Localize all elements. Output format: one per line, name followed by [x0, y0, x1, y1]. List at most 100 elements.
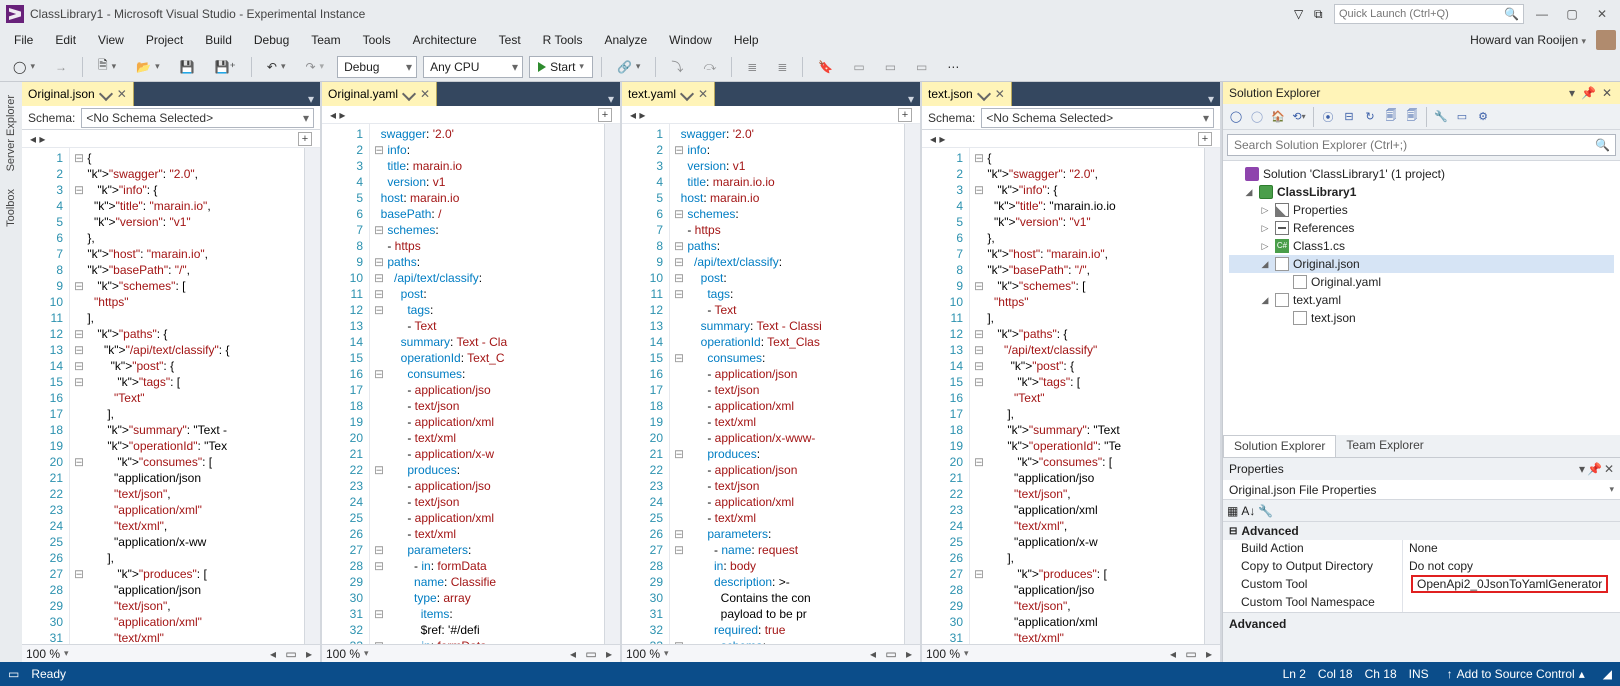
- tab-team-explorer[interactable]: Team Explorer: [1336, 435, 1433, 457]
- tab-overflow-button[interactable]: ▾: [602, 92, 620, 106]
- breadcrumb[interactable]: ◂ ▸: [330, 108, 345, 122]
- showall-icon[interactable]: 🗐: [1382, 108, 1400, 126]
- scrollbar[interactable]: [604, 124, 620, 644]
- prop-close-button[interactable]: ✕: [1604, 462, 1614, 476]
- nav-back-button[interactable]: ◯ ▾: [6, 56, 42, 78]
- minimize-button[interactable]: —: [1530, 7, 1554, 21]
- nav-prev-icon[interactable]: ◂: [866, 647, 880, 661]
- menu-team[interactable]: Team: [301, 31, 350, 49]
- alpha-sort-icon[interactable]: A↓: [1241, 504, 1255, 518]
- home-icon[interactable]: 🏠: [1269, 108, 1287, 126]
- nav-next-icon[interactable]: ▸: [302, 647, 316, 661]
- close-tab-icon[interactable]: ✕: [698, 87, 708, 101]
- notification-icon[interactable]: ▽: [1294, 7, 1308, 21]
- breadcrumb[interactable]: ◂ ▸: [930, 132, 945, 146]
- properties-icon[interactable]: 🔧: [1432, 108, 1450, 126]
- menu-analyze[interactable]: Analyze: [594, 31, 657, 49]
- quick-launch-input[interactable]: [1339, 8, 1499, 20]
- code-editor[interactable]: ⊟ { "k">"swagger": "2.0",⊟ "k">"info": {…: [70, 148, 304, 644]
- menu-help[interactable]: Help: [724, 31, 769, 49]
- nav-list-icon[interactable]: ▭: [584, 647, 598, 661]
- tab-overflow-button[interactable]: ▾: [302, 92, 320, 106]
- prop-row[interactable]: Custom ToolOpenApi2_0JsonToYamlGenerator: [1223, 576, 1620, 594]
- pin-icon[interactable]: [402, 87, 416, 101]
- code-editor[interactable]: swagger: '2.0'⊟ info: version: v1 title:…: [670, 124, 904, 644]
- close-tab-icon[interactable]: ✕: [117, 87, 127, 101]
- browser-link-button[interactable]: 🔗 ▾: [610, 56, 647, 78]
- doc-tab[interactable]: text.json✕: [922, 82, 1012, 106]
- nav-fwd-button[interactable]: →: [48, 56, 74, 78]
- breadcrumb[interactable]: ◂ ▸: [30, 132, 45, 146]
- open-button[interactable]: 📂 ▾: [129, 56, 166, 78]
- scrollbar[interactable]: [1204, 148, 1220, 644]
- bookmark-button[interactable]: 🔖: [811, 56, 840, 78]
- pin-icon[interactable]: [680, 87, 694, 101]
- back-icon[interactable]: ◯: [1227, 108, 1245, 126]
- solution-node[interactable]: Solution 'ClassLibrary1' (1 project): [1229, 165, 1614, 183]
- project-node[interactable]: ◢ClassLibrary1: [1229, 183, 1614, 201]
- pin-icon[interactable]: [977, 87, 991, 101]
- close-tab-icon[interactable]: ✕: [420, 87, 430, 101]
- sidetab-server-explorer[interactable]: Server Explorer: [2, 88, 20, 178]
- view-icon[interactable]: ⚙: [1474, 108, 1492, 126]
- menu-edit[interactable]: Edit: [45, 31, 86, 49]
- references-node[interactable]: ▷References: [1229, 219, 1614, 237]
- collapse-icon[interactable]: ⊟: [1340, 108, 1358, 126]
- breadcrumb[interactable]: ◂ ▸: [630, 108, 645, 122]
- doc-tab[interactable]: Original.json✕: [22, 82, 134, 106]
- redo-button[interactable]: ↷ ▾: [298, 56, 331, 78]
- fwd-icon[interactable]: ◯: [1248, 108, 1266, 126]
- code-editor[interactable]: ⊟ { "k">"swagger": "2.0",⊟ "k">"info": {…: [970, 148, 1204, 644]
- avatar[interactable]: [1596, 30, 1616, 50]
- properties-node[interactable]: ▷Properties: [1229, 201, 1614, 219]
- text-json-node[interactable]: text.json: [1229, 309, 1614, 327]
- refresh-icon[interactable]: ↻: [1361, 108, 1379, 126]
- config-dropdown[interactable]: Debug: [337, 56, 417, 78]
- add-to-source-control[interactable]: ↑ Add to Source Control ▴: [1441, 667, 1591, 681]
- nav-prev-icon[interactable]: ◂: [1166, 647, 1180, 661]
- panel-close-button[interactable]: ✕: [1600, 86, 1614, 100]
- original-json-node[interactable]: ◢Original.json: [1229, 255, 1614, 273]
- solution-search-input[interactable]: [1227, 134, 1616, 156]
- nav-next-icon[interactable]: ▸: [602, 647, 616, 661]
- tab-solution-explorer[interactable]: Solution Explorer: [1223, 435, 1336, 457]
- menu-debug[interactable]: Debug: [244, 31, 299, 49]
- close-button[interactable]: ✕: [1590, 7, 1614, 21]
- nav-next-icon[interactable]: ▸: [1202, 647, 1216, 661]
- nav-list-icon[interactable]: ▭: [284, 647, 298, 661]
- nav-list-icon[interactable]: ▭: [1184, 647, 1198, 661]
- prop-row[interactable]: Copy to Output DirectoryDo not copy: [1223, 558, 1620, 576]
- categorize-icon[interactable]: ▦: [1227, 504, 1238, 518]
- nav-list-icon[interactable]: ▭: [884, 647, 898, 661]
- prop-pin-button[interactable]: 📌: [1587, 462, 1602, 476]
- schema-dropdown[interactable]: <No Schema Selected>: [981, 108, 1214, 128]
- add-breadcrumb-button[interactable]: +: [898, 108, 912, 122]
- tab-overflow-button[interactable]: ▾: [902, 92, 920, 106]
- start-button[interactable]: Start ▾: [529, 56, 593, 78]
- quick-launch[interactable]: 🔍: [1334, 4, 1524, 24]
- step-over-button[interactable]: ⤼: [696, 56, 723, 78]
- indent-more-button[interactable]: ≣: [770, 56, 794, 78]
- class1-node[interactable]: ▷C#Class1.cs: [1229, 237, 1614, 255]
- original-yaml-node[interactable]: Original.yaml: [1229, 273, 1614, 291]
- doc-tab[interactable]: text.yaml✕: [622, 82, 715, 106]
- platform-dropdown[interactable]: Any CPU: [423, 56, 523, 78]
- step-into-button[interactable]: ⤵: [664, 56, 690, 78]
- menu-view[interactable]: View: [88, 31, 134, 49]
- maximize-button[interactable]: ▢: [1560, 7, 1584, 21]
- pin-icon[interactable]: [99, 87, 113, 101]
- panel-pin-button[interactable]: 📌: [1579, 86, 1598, 100]
- comment-button[interactable]: ▭: [846, 56, 871, 78]
- sidetab-toolbox[interactable]: Toolbox: [2, 182, 20, 234]
- toggle-button[interactable]: ▭: [909, 56, 934, 78]
- scrollbar[interactable]: [904, 124, 920, 644]
- prop-menu-button[interactable]: ▾: [1579, 462, 1585, 476]
- tab-overflow-button[interactable]: ▾: [1202, 92, 1220, 106]
- save-all-button[interactable]: 💾⁺: [208, 56, 243, 78]
- scrollbar[interactable]: [304, 148, 320, 644]
- zoom-level[interactable]: 100 %: [626, 647, 660, 661]
- close-tab-icon[interactable]: ✕: [995, 87, 1005, 101]
- overflow-button[interactable]: ⋯: [940, 56, 966, 78]
- add-breadcrumb-button[interactable]: +: [298, 132, 312, 146]
- menu-tools[interactable]: Tools: [353, 31, 401, 49]
